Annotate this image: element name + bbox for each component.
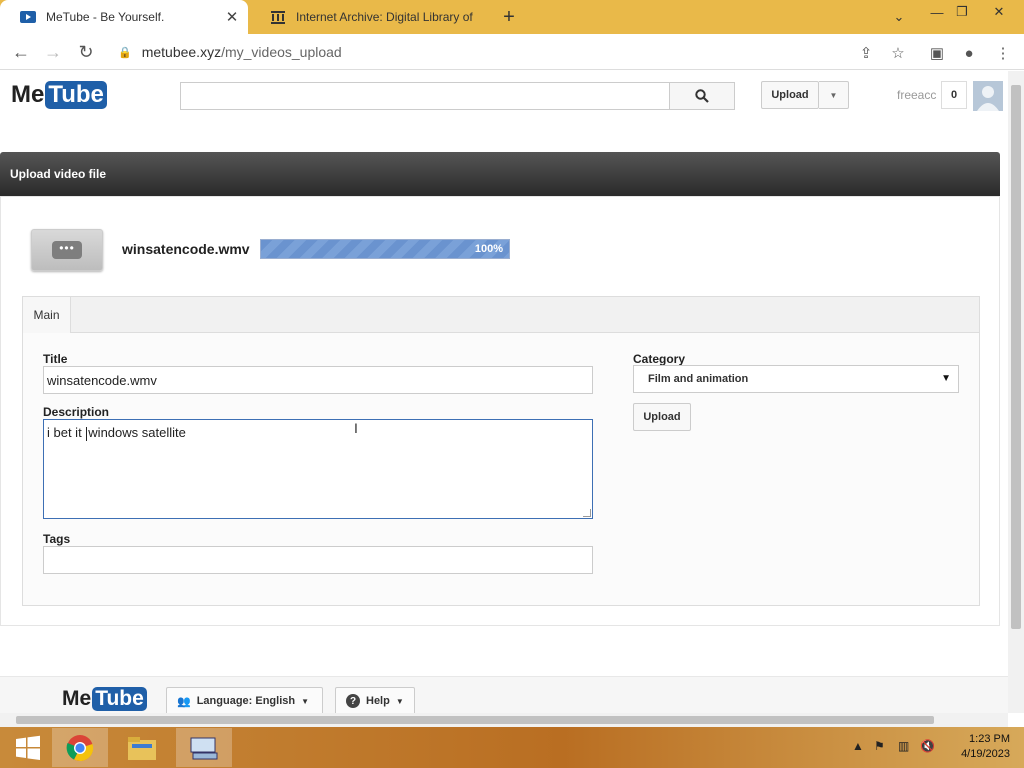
back-icon[interactable]: ←: [8, 40, 34, 64]
horizontal-scroll-thumb[interactable]: [16, 716, 934, 724]
bookmark-star-icon[interactable]: ☆: [888, 43, 908, 63]
upload-form: Main Title winsatencode.wmv Description …: [22, 296, 980, 606]
metube-logo[interactable]: Me Tube: [11, 81, 107, 109]
footer-logo-me: Me: [62, 687, 92, 710]
language-icon: 👥: [177, 695, 191, 708]
network-icon[interactable]: ▥: [898, 739, 909, 753]
new-tab-icon[interactable]: +: [494, 5, 524, 29]
volume-muted-icon[interactable]: 🔇: [920, 739, 935, 753]
start-button[interactable]: [0, 728, 56, 767]
url-domain: metubee.xyz: [141, 44, 222, 60]
language-label: Language: English: [196, 695, 296, 707]
uploaded-file-name: winsatencode.wmv: [122, 241, 250, 257]
url-field[interactable]: 🔒 metubee.xyz/my_videos_upload: [112, 38, 892, 66]
address-bar: ← → ↻ 🔒 metubee.xyz/my_videos_upload ⇪ ☆…: [0, 34, 1024, 70]
upload-menu-chevron-icon[interactable]: ▼: [819, 81, 849, 109]
clock-time: 1:23 PM: [969, 733, 1010, 745]
footer-metube-logo[interactable]: Me Tube: [62, 687, 147, 711]
logo-me: Me: [11, 81, 45, 108]
upload-header-title: Upload video file: [10, 167, 107, 181]
resize-grip-icon[interactable]: [583, 509, 591, 517]
title-label: Title: [43, 352, 68, 366]
site-header: Me Tube Upload ▼ freeacc 0: [0, 71, 1008, 121]
search-icon: [695, 89, 709, 103]
taskbar-chrome[interactable]: [52, 728, 108, 767]
form-tab-strip: Main: [23, 297, 979, 333]
help-icon: ?: [346, 694, 360, 708]
url-path: /my_videos_upload: [221, 44, 342, 60]
windows-logo-icon: [16, 735, 40, 760]
upload-header-bar: Upload video file: [0, 152, 1000, 196]
reload-icon[interactable]: ↻: [73, 40, 99, 64]
close-tab-icon[interactable]: ✕: [222, 8, 242, 26]
browser-tab-metube[interactable]: MeTube - Be Yourself. ✕: [0, 0, 248, 34]
chrome-icon: [66, 734, 94, 761]
logo-tube: Tube: [45, 81, 107, 109]
avatar[interactable]: [973, 81, 1003, 111]
upload-progress-label: 100%: [474, 243, 503, 255]
description-text: i bet it windows satellite: [47, 425, 186, 441]
tab-main[interactable]: Main: [23, 297, 71, 333]
text-cursor-icon: I: [354, 420, 358, 436]
notification-count[interactable]: 0: [941, 81, 967, 109]
tab-title: Internet Archive: Digital Library of: [296, 10, 473, 24]
chevron-down-icon: ▼: [395, 696, 404, 706]
tab-title: MeTube - Be Yourself.: [46, 10, 165, 24]
profile-icon[interactable]: ●: [959, 43, 979, 63]
header-upload-button[interactable]: Upload: [761, 81, 819, 109]
side-panel-icon[interactable]: ▣: [927, 43, 947, 63]
page-content: Me Tube Upload ▼ freeacc 0 Upload video f…: [0, 71, 1008, 713]
keyboard-icon: [190, 737, 218, 759]
close-window-icon[interactable]: ✕: [984, 0, 1014, 24]
share-icon[interactable]: ⇪: [856, 43, 876, 63]
system-clock[interactable]: 1:23 PM 4/19/2023: [946, 732, 1010, 762]
restore-icon[interactable]: ❐: [947, 0, 977, 24]
lock-icon: 🔒: [118, 46, 132, 59]
folder-icon: [128, 736, 156, 760]
category-select[interactable]: Film and animation ▼: [633, 365, 959, 393]
category-label: Category: [633, 352, 686, 366]
site-footer: Me Tube 👥 Language: English ▼ ? Help ▼: [0, 676, 1008, 713]
category-value: Film and animation: [648, 373, 749, 385]
upload-panel: ••• winsatencode.wmv 100% Main Title win…: [0, 196, 1000, 626]
tags-label: Tags: [43, 532, 71, 546]
show-hidden-icons-icon[interactable]: ▲: [852, 739, 864, 753]
archive-favicon-icon: [270, 9, 286, 25]
video-thumbnail: •••: [31, 229, 103, 271]
taskbar: ▲ ⚑ ▥ 🔇 1:23 PM 4/19/2023: [0, 727, 1024, 768]
chevron-down-icon: ▼: [301, 696, 310, 706]
upload-button[interactable]: Upload: [633, 403, 691, 431]
action-center-flag-icon[interactable]: ⚑: [874, 739, 885, 753]
tab-search-chevron-icon[interactable]: ⌄: [884, 5, 914, 29]
title-field[interactable]: winsatencode.wmv: [43, 366, 593, 394]
description-field[interactable]: i bet it windows satellite: [43, 419, 593, 519]
metube-favicon-icon: [20, 9, 36, 25]
more-dots-icon: •••: [52, 241, 82, 259]
browser-tab-strip: MeTube - Be Yourself. ✕ Internet Archive…: [0, 0, 1024, 34]
footer-logo-tube: Tube: [92, 687, 147, 711]
clock-date: 4/19/2023: [961, 748, 1010, 760]
help-button[interactable]: ? Help ▼: [335, 687, 415, 713]
chevron-down-icon: ▼: [941, 373, 951, 384]
search-input[interactable]: [180, 82, 670, 110]
upload-progress-fill: [261, 240, 509, 258]
upload-progress-bar: 100%: [260, 239, 510, 259]
search-button[interactable]: [669, 82, 735, 110]
username-label[interactable]: freeacc: [897, 88, 936, 102]
forward-icon[interactable]: →: [40, 40, 66, 64]
browser-tab-internet-archive[interactable]: Internet Archive: Digital Library of: [250, 0, 490, 34]
help-label: Help: [366, 695, 390, 707]
text-caret: [86, 426, 88, 441]
tags-field[interactable]: [43, 546, 593, 574]
vertical-scrollbar[interactable]: [1008, 71, 1024, 713]
horizontal-scrollbar[interactable]: [0, 713, 1008, 727]
description-label: Description: [43, 405, 110, 419]
vertical-scroll-thumb[interactable]: [1011, 85, 1021, 629]
browser-menu-icon[interactable]: ⋮: [993, 43, 1013, 63]
language-button[interactable]: 👥 Language: English ▼: [166, 687, 323, 713]
taskbar-file-explorer[interactable]: [114, 728, 170, 767]
taskbar-onscreen-keyboard[interactable]: [176, 728, 232, 767]
